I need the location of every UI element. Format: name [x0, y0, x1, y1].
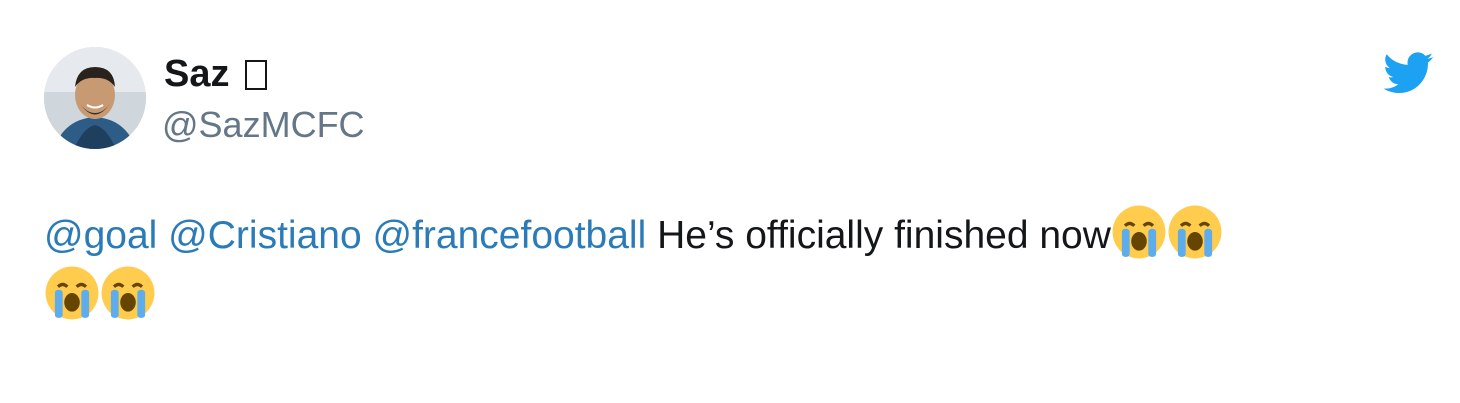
loudly-crying-face-emoji	[1167, 204, 1223, 260]
mention-link[interactable]: @francefootball	[373, 214, 647, 257]
loudly-crying-face-emoji	[1111, 204, 1167, 260]
tweet-text: @goal @Cristiano @francefootball He’s of…	[44, 204, 1434, 326]
mention-link[interactable]: @goal	[44, 214, 157, 257]
mention-link[interactable]: @Cristiano	[168, 214, 361, 257]
loudly-crying-face-emoji	[100, 265, 156, 321]
avatar[interactable]	[44, 47, 146, 149]
tweet-body-text: He’s officially finished now	[657, 214, 1111, 257]
display-name-row: Saz	[164, 50, 268, 98]
twitter-bird-icon[interactable]	[1384, 52, 1434, 94]
tweet-card: Saz @SazMCFC @goal @Cristiano @francefoo…	[0, 0, 1460, 403]
display-name[interactable]: Saz	[164, 50, 229, 98]
avatar-image	[44, 47, 146, 149]
user-handle[interactable]: @SazMCFC	[162, 102, 365, 148]
missing-glyph-icon	[245, 60, 268, 90]
loudly-crying-face-emoji	[44, 265, 100, 321]
